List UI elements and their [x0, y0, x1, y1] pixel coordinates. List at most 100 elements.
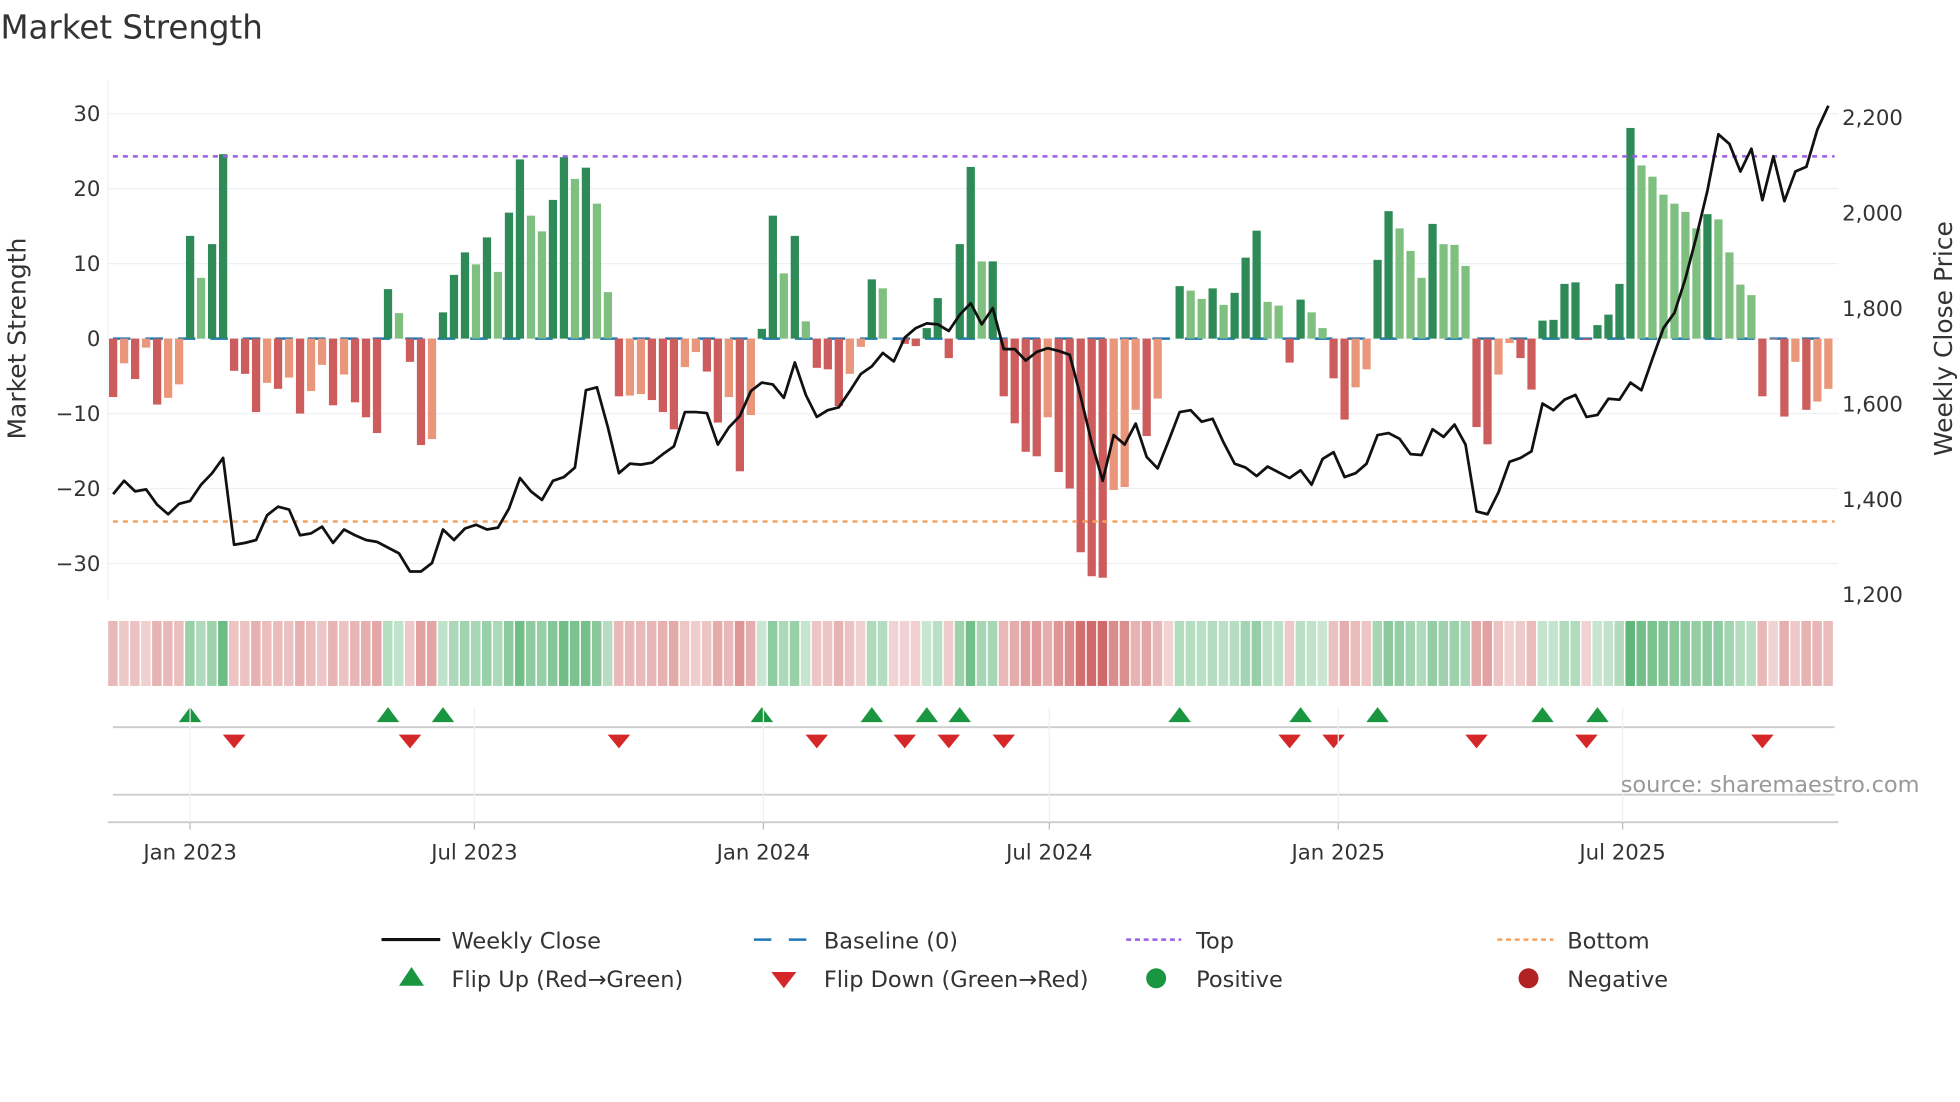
heat-strip-cell	[130, 620, 140, 686]
heat-strip-cell	[1240, 620, 1251, 686]
negative-strength-bar	[845, 338, 854, 374]
heat-strip-cell	[1812, 620, 1822, 686]
y-tick-label: 0	[87, 327, 101, 352]
heat-strip-cell	[1405, 620, 1416, 686]
positive-strength-bar	[1373, 259, 1382, 339]
negative-strength-bar	[647, 338, 657, 401]
positive-strength-bar	[592, 203, 602, 339]
negative-strength-bar	[1362, 338, 1371, 370]
heat-strip-cell	[284, 620, 294, 686]
heat-strip-cell	[877, 620, 888, 686]
triangle-down-icon	[771, 972, 797, 989]
heat-strip-cell	[547, 620, 558, 686]
positive-strength-bar	[1439, 244, 1448, 339]
positive-strength-bar	[218, 154, 228, 339]
heat-strip-cell	[383, 620, 393, 686]
positive-strength-bar	[493, 271, 503, 339]
heat-strip-cell	[789, 620, 800, 686]
heat-strip-cell	[1757, 620, 1767, 686]
heat-strip-cell	[888, 620, 899, 686]
positive-strength-bar	[504, 212, 514, 339]
flip-down-marker	[1322, 734, 1345, 749]
heat-strip-cell	[1273, 620, 1284, 686]
positive-strength-bar	[438, 312, 448, 339]
heat-strip-cell	[174, 620, 184, 686]
flip-up-marker	[948, 707, 972, 723]
heat-strip-cell	[492, 620, 503, 686]
flip-up-marker	[431, 707, 455, 723]
y-tick-label: −10	[56, 402, 101, 427]
heat-strip-cell	[1460, 620, 1471, 686]
positive-strength-bar	[922, 328, 931, 339]
heat-strip-cell	[1614, 620, 1624, 686]
flip-down-marker	[398, 734, 422, 749]
heat-strip-cell	[822, 620, 833, 686]
heat-strip-cell	[459, 620, 470, 686]
negative-strength-bar	[669, 338, 679, 430]
heat-strip-cell	[1680, 620, 1690, 686]
heat-strip-cell	[1383, 620, 1394, 686]
positive-strength-bar	[867, 279, 876, 339]
heat-strip-cell	[1702, 620, 1712, 686]
negative-strength-bar	[1131, 338, 1140, 410]
negative-strength-bar	[416, 338, 426, 446]
legend-item: Positive	[1146, 967, 1283, 993]
flip-up-marker	[1289, 707, 1312, 723]
x-tick-label: Jul 2025	[1577, 841, 1665, 866]
flip-down-marker	[937, 734, 961, 749]
heat-strip-cell	[734, 620, 745, 686]
positive-strength-bar	[449, 274, 459, 339]
positive-strength-bar	[537, 231, 547, 339]
y2-tick-label: 1,600	[1842, 392, 1903, 417]
heat-strip-cell	[437, 620, 448, 686]
positive-strength-bar	[1241, 257, 1250, 339]
negative-strength-bar	[251, 338, 261, 413]
heat-strip-cell	[646, 620, 657, 686]
heat-strip-cell	[866, 620, 877, 686]
positive-strength-bar	[1736, 284, 1745, 339]
x-tick-label: Jul 2024	[1004, 841, 1092, 866]
heat-strip-cell	[328, 620, 338, 686]
heat-strip-cell	[536, 620, 547, 686]
heat-strip-cell	[1636, 620, 1646, 686]
heat-strip-cell	[1042, 620, 1053, 686]
positive-strength-bar	[933, 298, 942, 339]
positive-strength-bar	[1549, 319, 1558, 339]
negative-strength-bar	[317, 338, 327, 365]
heat-strip-cell	[427, 620, 437, 686]
y-tick-label: 10	[73, 252, 100, 277]
negative-strength-bar	[1582, 338, 1591, 341]
heat-strip-cell	[1669, 620, 1679, 686]
heat-strip-cell	[1691, 620, 1701, 686]
negative-strength-bar	[834, 338, 843, 407]
negative-strength-bar	[823, 338, 832, 370]
heat-strip-cell	[1174, 620, 1185, 686]
positive-strength-bar	[394, 313, 404, 339]
heat-strip-cell	[833, 620, 844, 686]
heat-strip-cell	[1570, 620, 1580, 686]
heat-strip-cell	[954, 620, 965, 686]
heat-strip-cell	[1779, 620, 1789, 686]
heat-strip-cell	[723, 620, 734, 686]
heat-strip-cell	[163, 620, 173, 686]
positive-strength-bar	[1626, 127, 1635, 339]
negative-strength-bar	[812, 338, 821, 368]
negative-strength-bar	[1032, 338, 1041, 457]
positive-strength-bar	[526, 215, 536, 339]
chart-title: Market Strength	[0, 9, 262, 47]
negative-strength-bar	[405, 338, 415, 362]
heat-strip-cell	[1746, 620, 1756, 686]
heat-strip-cell	[394, 620, 404, 686]
heat-strip-cell	[350, 620, 360, 686]
y2-tick-label: 1,400	[1842, 488, 1903, 513]
positive-strength-bar	[1384, 211, 1393, 339]
legend-item: Flip Up (Red→Green)	[399, 967, 683, 993]
negative-strength-bar	[1329, 338, 1338, 379]
heat-strip-cell	[1548, 620, 1558, 686]
flip-down-marker	[1465, 734, 1488, 749]
heat-strip-cell	[251, 620, 261, 686]
flip-down-marker	[992, 734, 1015, 749]
y2-axis-title: Weekly Close Price	[1929, 221, 1958, 456]
y2-tick-label: 2,200	[1842, 106, 1903, 131]
heat-strip-cell	[306, 620, 316, 686]
